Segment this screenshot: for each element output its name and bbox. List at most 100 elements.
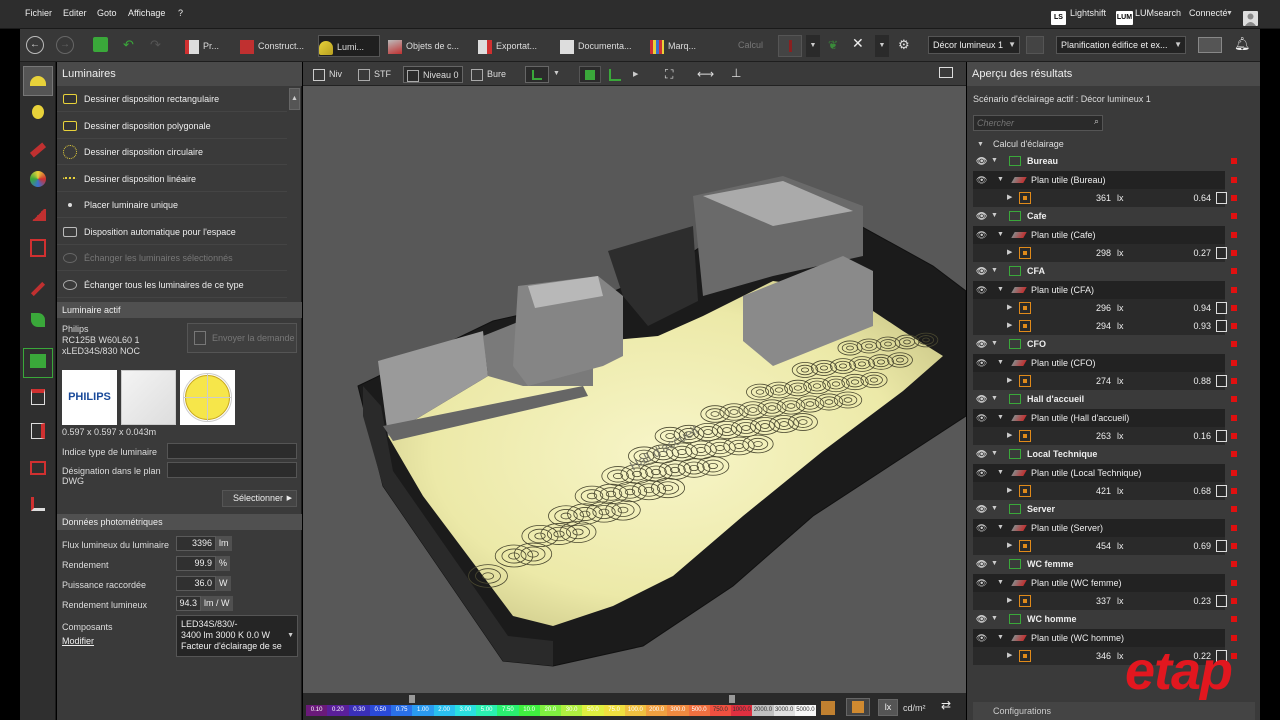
tab-marquage[interactable]: Marq...: [650, 35, 710, 57]
eye-icon[interactable]: 👁︎: [976, 390, 987, 408]
chart-icon[interactable]: [1216, 192, 1227, 204]
luminaire-tool-icon[interactable]: [23, 66, 53, 96]
chevron-down-icon[interactable]: ▼: [997, 281, 1004, 299]
search-box[interactable]: ⌕: [973, 115, 1103, 131]
close-dropdown[interactable]: ▼: [875, 35, 889, 57]
floorplan-icon[interactable]: [23, 238, 53, 268]
type-index-input[interactable]: [167, 443, 297, 459]
chart-icon[interactable]: [1216, 302, 1227, 314]
range-handle-max[interactable]: [729, 695, 735, 703]
document-icon[interactable]: [23, 420, 53, 450]
modify-link[interactable]: Modifier: [62, 636, 94, 646]
tab-projet[interactable]: Pr...: [185, 35, 233, 57]
result-row[interactable]: ▶ 294 lx 0.93: [973, 317, 1237, 335]
draw-rect-layout[interactable]: Dessiner disposition rectangulaire: [57, 86, 287, 112]
components-select[interactable]: LED34S/830/- 3400 lm 3000 K 0.0 W Facteu…: [176, 615, 298, 657]
chevron-right-icon[interactable]: ▶: [1007, 427, 1012, 445]
calc-plane[interactable]: 👁︎ ▼ Plan utile (CFA): [973, 281, 1237, 299]
eye-icon[interactable]: 👁︎: [976, 207, 987, 225]
close-icon[interactable]: ✕: [852, 35, 864, 52]
chart-icon[interactable]: [1216, 320, 1227, 332]
chevron-down-icon[interactable]: ▼: [997, 519, 1004, 537]
eye-icon[interactable]: 👁︎: [976, 519, 987, 537]
select-button[interactable]: Sélectionner ▶: [222, 490, 297, 507]
chevron-down-icon[interactable]: ▼: [991, 207, 998, 225]
avatar[interactable]: [1243, 11, 1258, 26]
redo-icon[interactable]: ↷: [150, 37, 161, 53]
menu-affichage[interactable]: Affichage: [128, 8, 165, 18]
range-handle-min[interactable]: [409, 695, 415, 703]
chart-icon[interactable]: [1216, 430, 1227, 442]
eye-icon[interactable]: 👁︎: [976, 152, 987, 170]
chevron-right-icon[interactable]: ▶: [1007, 537, 1012, 555]
draw-poly-layout[interactable]: Dessiner disposition polygonale: [57, 113, 287, 139]
result-row[interactable]: ▶ 296 lx 0.94: [973, 299, 1237, 317]
result-row[interactable]: ▶ 454 lx 0.69: [973, 537, 1237, 555]
result-group[interactable]: 👁︎ ▼ Local Technique: [973, 445, 1237, 463]
solid-view-button[interactable]: [579, 66, 601, 83]
menu-editer[interactable]: Editer: [63, 8, 87, 18]
calc-dropdown[interactable]: ▼: [806, 35, 820, 57]
eye-icon[interactable]: 👁︎: [976, 335, 987, 353]
monitor-icon[interactable]: [939, 67, 953, 78]
scrollbar[interactable]: ▲: [289, 88, 300, 110]
eye-icon[interactable]: 👁︎: [976, 610, 987, 628]
dwg-input[interactable]: [167, 462, 297, 478]
gear-icon[interactable]: ⚙: [898, 37, 910, 53]
calc-plane[interactable]: 👁︎ ▼ Plan utile (Local Technique): [973, 464, 1237, 482]
result-group[interactable]: 👁︎ ▼ Hall d'accueil: [973, 390, 1237, 408]
configurations-section[interactable]: Configurations: [973, 702, 1255, 720]
calc-button[interactable]: [778, 35, 802, 57]
leaf-icon[interactable]: [23, 308, 53, 338]
wrench-lamp-icon[interactable]: [23, 134, 53, 164]
tools-icon[interactable]: [23, 272, 53, 302]
swap-arrows-icon[interactable]: ⇄: [941, 698, 951, 712]
result-group[interactable]: 👁︎ ▼ Bureau: [973, 152, 1237, 170]
eye-icon[interactable]: 👁︎: [976, 555, 987, 573]
chevron-down-icon[interactable]: ▼: [991, 500, 998, 518]
chart-icon[interactable]: [1216, 247, 1227, 259]
undo-icon[interactable]: ↶: [123, 37, 134, 53]
swap-all[interactable]: Échanger tous les luminaires de ce type: [57, 272, 287, 298]
calc-plane[interactable]: 👁︎ ▼ Plan utile (Bureau): [973, 171, 1237, 189]
eye-icon[interactable]: 👁︎: [976, 629, 987, 647]
account-menu[interactable]: Connecté: [1189, 8, 1228, 18]
color-icon[interactable]: [23, 168, 53, 198]
calc-plane[interactable]: 👁︎ ▼ Plan utile (Hall d'accueil): [973, 409, 1237, 427]
menu-fichier[interactable]: Fichier: [25, 8, 52, 18]
eye-icon[interactable]: 👁︎: [976, 445, 987, 463]
back-icon[interactable]: ←: [26, 36, 44, 54]
eye-icon[interactable]: 👁︎: [976, 262, 987, 280]
result-row[interactable]: ▶ 337 lx 0.23: [973, 592, 1237, 610]
unit-cdm2-button[interactable]: cd/m²: [903, 703, 926, 713]
chevron-down-icon[interactable]: ▼: [991, 555, 998, 573]
chevron-down-icon[interactable]: ▼: [997, 464, 1004, 482]
search-icon[interactable]: ⌕: [1094, 116, 1099, 127]
building-3d-view[interactable]: Hall d'accueil: [303, 86, 966, 693]
chevron-down-icon[interactable]: ▼: [991, 390, 998, 408]
result-group[interactable]: 👁︎ ▼ WC femme: [973, 555, 1237, 573]
chevron-right-icon[interactable]: ▶: [1007, 372, 1012, 390]
result-group[interactable]: 👁︎ ▼ Cafe: [973, 207, 1237, 225]
forward-icon[interactable]: →: [56, 36, 74, 54]
chevron-down-icon[interactable]: ▼: [997, 226, 1004, 244]
chevron-right-icon[interactable]: ▶: [1007, 189, 1012, 207]
chevron-down-icon[interactable]: ▼: [997, 574, 1004, 592]
unit-lux-button[interactable]: lx: [878, 699, 898, 716]
tab-stf[interactable]: STF: [358, 66, 398, 83]
eye-icon[interactable]: 👁︎: [976, 464, 987, 482]
plan-select[interactable]: Planification édifice et ex... ▼: [1056, 36, 1186, 54]
chevron-right-icon[interactable]: ▶: [1007, 592, 1012, 610]
lightshift-link[interactable]: Lightshift: [1070, 8, 1106, 18]
tab-construction[interactable]: Construct...: [240, 35, 318, 57]
bulb-icon[interactable]: [23, 100, 53, 130]
result-group[interactable]: 👁︎ ▼ CFA: [973, 262, 1237, 280]
chevron-down-icon[interactable]: ▼: [991, 335, 998, 353]
eye-icon[interactable]: 👁︎: [976, 281, 987, 299]
result-group[interactable]: 👁︎ ▼ CFO: [973, 335, 1237, 353]
chevron-right-icon[interactable]: ▶: [1007, 244, 1012, 262]
draw-circle-layout[interactable]: Dessiner disposition circulaire: [57, 139, 287, 165]
tab-documentation[interactable]: Documenta...: [560, 35, 638, 57]
view-mode-button[interactable]: [525, 66, 549, 83]
emergency-icon[interactable]: [23, 348, 53, 378]
